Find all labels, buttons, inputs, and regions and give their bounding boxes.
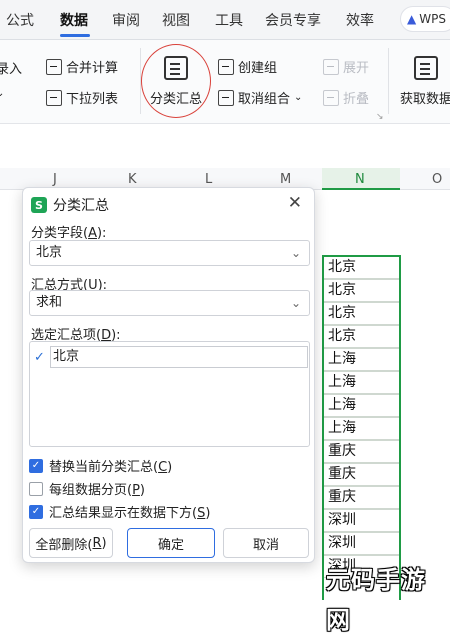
collapse-icon bbox=[323, 89, 339, 106]
get-data-button[interactable]: 获取数据 bbox=[400, 56, 450, 107]
checkbox-unchecked-icon[interactable] bbox=[29, 481, 43, 496]
cell-selection-border bbox=[322, 255, 401, 600]
option-label: 汇总结果显示在数据下方(S) bbox=[49, 506, 211, 521]
collapse-label: 折叠 bbox=[343, 92, 370, 107]
field-select[interactable]: 北京 ⌄ bbox=[29, 240, 310, 266]
checkbox-checked-icon[interactable]: ✓ bbox=[29, 504, 43, 519]
merge-calc-label: 合并计算 bbox=[66, 61, 119, 76]
collapse-button[interactable]: 折叠 bbox=[323, 88, 369, 107]
merge-calc-icon bbox=[46, 58, 62, 75]
remove-all-button[interactable]: 全部删除(R) bbox=[29, 528, 113, 558]
menu-formula[interactable]: 公式 bbox=[6, 10, 34, 30]
close-icon[interactable]: ✕ bbox=[288, 193, 302, 213]
dialog-title: 分类汇总 bbox=[53, 198, 109, 214]
method-select[interactable]: 求和 ⌄ bbox=[29, 290, 310, 316]
expand-label: 展开 bbox=[343, 61, 370, 76]
ungroup-button[interactable]: 取消组合 ⌄ bbox=[218, 88, 302, 107]
get-data-icon bbox=[414, 56, 438, 80]
group-launcher-icon[interactable]: ↘ bbox=[376, 112, 384, 122]
checkbox-checked-icon[interactable]: ✓ bbox=[29, 458, 43, 473]
highlight-circle bbox=[141, 44, 211, 118]
dropdown-list-label: 下拉列表 bbox=[66, 92, 119, 107]
chevron-down-icon: ⌄ bbox=[290, 246, 301, 260]
ok-button[interactable]: 确定 bbox=[127, 528, 215, 558]
create-group-label: 创建组 bbox=[238, 61, 278, 76]
ungroup-label: 取消组合 bbox=[238, 92, 291, 107]
subtotal-items-list[interactable]: ✓ 北京 bbox=[29, 341, 310, 447]
menu-data[interactable]: 数据 bbox=[60, 10, 88, 30]
list-item-label: 北京 bbox=[50, 346, 308, 368]
menu-bar: 公式 数据 审阅 视图 工具 会员专享 效率 ▲ WPS bbox=[0, 0, 450, 40]
wps-ai-button[interactable]: ▲ WPS bbox=[400, 6, 450, 32]
column-header-m[interactable]: M bbox=[280, 172, 291, 187]
menu-efficiency[interactable]: 效率 bbox=[346, 10, 374, 30]
option-label: 替换当前分类汇总(C) bbox=[49, 460, 173, 475]
method-value: 求和 bbox=[36, 295, 63, 310]
ribbon-dropdown-left[interactable]: ⌄ bbox=[0, 88, 4, 99]
column-header-o[interactable]: O bbox=[432, 172, 442, 187]
menu-view[interactable]: 视图 bbox=[162, 10, 190, 30]
field-label: 分类字段(A): bbox=[31, 226, 107, 241]
checkmark-icon[interactable]: ✓ bbox=[34, 350, 48, 365]
wps-s-logo-icon: S bbox=[31, 197, 47, 213]
chevron-down-icon: ⌄ bbox=[0, 88, 5, 99]
option-label: 每组数据分页(P) bbox=[49, 483, 145, 498]
record-button[interactable]: 录入 bbox=[0, 58, 22, 77]
menu-member[interactable]: 会员专享 bbox=[265, 10, 321, 30]
chevron-down-icon: ⌄ bbox=[290, 296, 301, 310]
column-header-l[interactable]: L bbox=[205, 172, 212, 187]
wps-label: WPS bbox=[419, 12, 446, 26]
merge-calc-button[interactable]: 合并计算 bbox=[46, 57, 118, 76]
dropdown-list-button[interactable]: 下拉列表 bbox=[46, 88, 118, 107]
create-group-button[interactable]: 创建组 bbox=[218, 57, 277, 76]
column-header-k[interactable]: K bbox=[128, 172, 137, 187]
menu-review[interactable]: 审阅 bbox=[112, 10, 140, 30]
ribbon-separator bbox=[388, 48, 389, 114]
page-break-option[interactable]: 每组数据分页(P) bbox=[29, 479, 145, 498]
replace-current-option[interactable]: ✓ 替换当前分类汇总(C) bbox=[29, 456, 172, 475]
cancel-button[interactable]: 取消 bbox=[223, 528, 309, 558]
get-data-label: 获取数据 bbox=[400, 92, 450, 107]
wps-logo-icon: ▲ bbox=[407, 12, 417, 26]
record-label: 录入 bbox=[0, 62, 23, 77]
list-item[interactable]: ✓ 北京 bbox=[34, 346, 308, 368]
create-group-icon bbox=[218, 58, 234, 75]
expand-icon bbox=[323, 58, 339, 75]
column-header-j[interactable]: J bbox=[53, 172, 57, 187]
dialog-title-bar[interactable]: S 分类汇总 bbox=[31, 195, 109, 215]
site-watermark: 元码手游网 bbox=[326, 566, 426, 634]
active-tab-indicator bbox=[60, 34, 90, 37]
ungroup-icon bbox=[218, 89, 234, 106]
chevron-down-icon: ⌄ bbox=[294, 92, 303, 103]
column-header-n[interactable]: N bbox=[355, 172, 365, 187]
expand-button[interactable]: 展开 bbox=[323, 57, 369, 76]
subtotal-dialog: S 分类汇总 ✕ 分类字段(A): 北京 ⌄ 汇总方式(U): 求和 ⌄ 选定汇… bbox=[22, 187, 315, 563]
field-value: 北京 bbox=[36, 245, 63, 260]
dropdown-list-icon bbox=[46, 89, 62, 106]
menu-tools[interactable]: 工具 bbox=[215, 10, 243, 30]
summary-below-option[interactable]: ✓ 汇总结果显示在数据下方(S) bbox=[29, 502, 210, 521]
